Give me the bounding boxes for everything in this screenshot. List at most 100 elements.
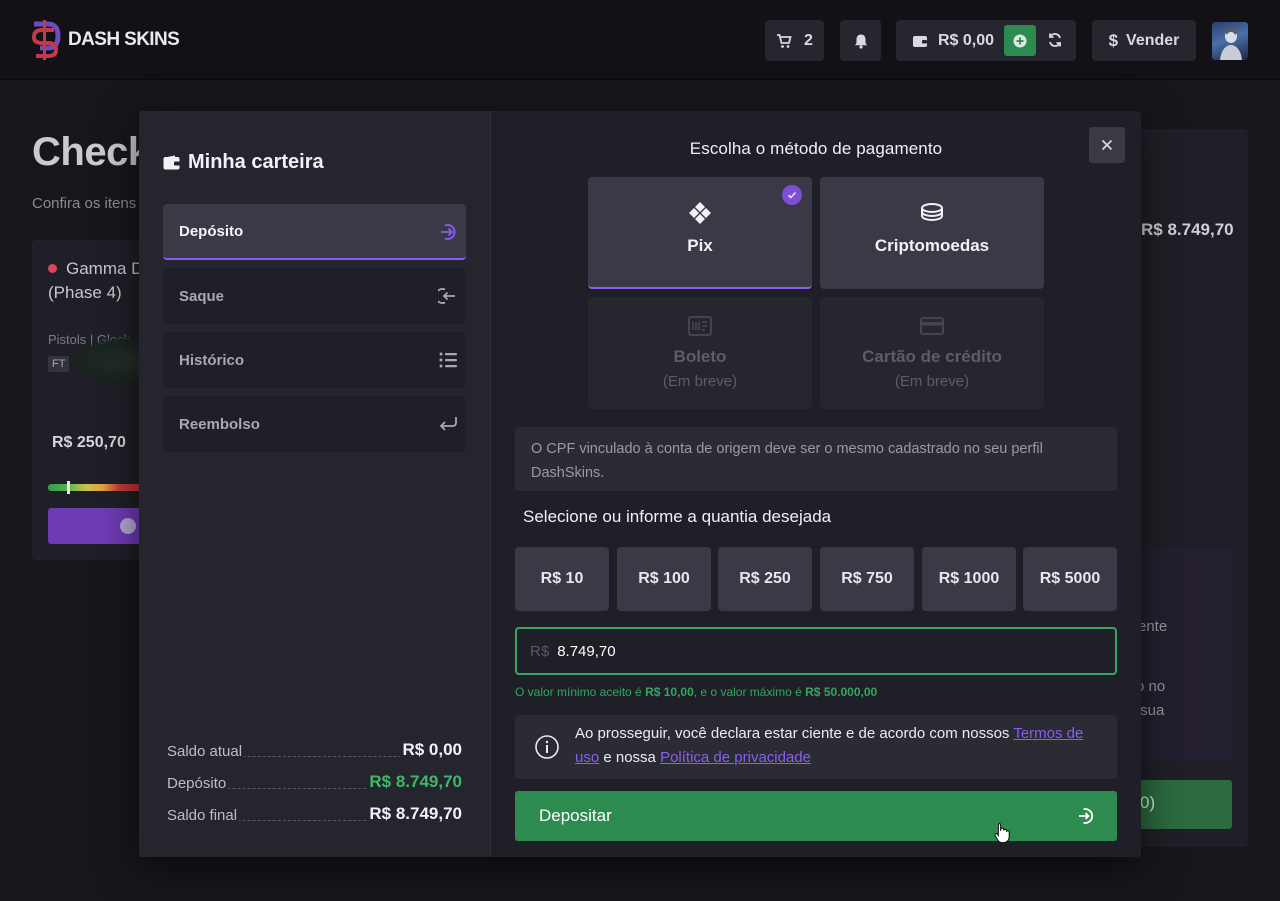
checkout-button-label: 0) (1140, 793, 1156, 812)
payment-method-label: Boleto (673, 347, 727, 366)
return-icon (439, 417, 457, 431)
wallet-icon (163, 155, 180, 170)
summary-current-balance: Saldo atual R$ 0,00 (167, 740, 462, 763)
preset-amount-button[interactable]: R$ 100 (617, 547, 711, 611)
amount-field[interactable]: R$ (515, 627, 1117, 675)
coming-soon-label: (Em breve) (662, 373, 738, 390)
summary-final-balance: Saldo final R$ 8.749,70 (167, 804, 462, 827)
cart-icon (777, 33, 792, 48)
deposit-button[interactable]: Depositar (515, 791, 1117, 841)
cart-count: 2 (804, 31, 813, 49)
order-total: R$ 8.749,70 (1141, 220, 1234, 239)
menu-item-label: Depósito (179, 222, 244, 240)
deposit-icon (441, 224, 456, 240)
preset-amount-button[interactable]: R$ 250 (718, 547, 812, 611)
menu-item-label: Histórico (179, 351, 245, 369)
plus-circle-icon (1013, 34, 1027, 47)
refresh-icon (1049, 33, 1061, 47)
order-info-text: ente (1138, 618, 1168, 635)
item-price: R$ 250,70 (52, 434, 126, 451)
page-subtitle: Confira os itens (32, 195, 137, 212)
check-icon (120, 518, 136, 534)
summary-value: R$ 8.749,70 (367, 804, 462, 824)
float-marker (67, 481, 70, 494)
menu-item-deposit[interactable]: Depósito (163, 204, 466, 260)
deposit-icon (1079, 808, 1094, 824)
wallet-icon (913, 35, 927, 47)
cpf-notice: O CPF vinculado à conta de origem deve s… (515, 427, 1117, 491)
coins-icon (921, 203, 943, 222)
summary-label: Depósito (167, 775, 229, 792)
payment-method-title: Escolha o método de pagamento (689, 139, 943, 158)
summary-deposit: Depósito R$ 8.749,70 (167, 772, 462, 795)
currency-prefix: R$ (530, 642, 550, 660)
cart-item-card: Gamma Doppler (Phase 4) Pistols | Glock … (32, 240, 152, 560)
terms-mid: e nossa (599, 749, 661, 766)
brand-logo[interactable]: DASH SKINS (30, 18, 180, 62)
payment-method-label: Pix (687, 236, 713, 255)
notifications-button[interactable] (840, 20, 881, 61)
menu-item-withdraw[interactable]: Saque (163, 268, 466, 324)
payment-method-pix[interactable]: Pix (588, 177, 812, 289)
dollar-icon: $ (1108, 30, 1119, 50)
wallet-title-text: Minha carteira (188, 151, 324, 173)
summary-label: Saldo atual (167, 743, 245, 760)
wallet-sidebar: Minha carteira Depósito Saque Histórico … (139, 111, 491, 857)
payment-method-label: Criptomoedas (874, 236, 990, 255)
withdraw-icon (438, 288, 455, 304)
add-funds-button[interactable] (1004, 25, 1036, 56)
preset-amount-button[interactable]: R$ 1000 (922, 547, 1016, 611)
hand-cursor-icon (994, 823, 1010, 844)
payment-method-boleto: Boleto (Em breve) (588, 297, 812, 409)
cart-button[interactable]: 2 (765, 20, 824, 61)
terms-notice: Ao prosseguir, você declara estar ciente… (515, 715, 1117, 779)
limits-min: R$ 10,00 (645, 685, 694, 699)
payment-method-label: Cartão de crédito (862, 347, 1002, 366)
refresh-balance-button[interactable] (1047, 32, 1063, 48)
bell-icon (854, 34, 867, 49)
sell-button[interactable]: $ Vender (1092, 20, 1196, 61)
wear-tag: FT (48, 356, 70, 372)
avatar-image (1220, 27, 1242, 60)
privacy-policy-link[interactable]: Política de privacidade (660, 749, 811, 766)
amount-input[interactable] (557, 642, 1078, 660)
list-icon (439, 352, 457, 368)
float-bar (48, 484, 152, 491)
wallet-modal: Minha carteira Depósito Saque Histórico … (139, 111, 1141, 857)
pix-icon (689, 202, 711, 224)
user-avatar[interactable] (1212, 22, 1248, 60)
terms-prefix: Ao prosseguir, você declara estar ciente… (575, 725, 1014, 742)
amount-section-title: Selecione ou informe a quantia desejada (523, 507, 832, 526)
summary-label: Saldo final (167, 807, 240, 824)
brand-name: DASH SKINS (68, 29, 180, 50)
check-icon (787, 191, 797, 199)
selected-check-badge (782, 185, 802, 205)
logo-mark-icon (31, 20, 61, 60)
menu-item-label: Reembolso (179, 415, 260, 433)
wallet-button[interactable]: R$ 0,00 (896, 20, 1076, 61)
amount-limits-hint: O valor mínimo aceito é R$ 10,00, e o va… (515, 685, 877, 699)
limits-text: O valor mínimo aceito é (515, 685, 646, 699)
summary-value: R$ 0,00 (400, 740, 462, 760)
deposit-button-label: Depositar (539, 806, 612, 825)
menu-item-refund[interactable]: Reembolso (163, 396, 466, 452)
terms-text: Ao prosseguir, você declara estar ciente… (575, 722, 1105, 770)
item-action-button[interactable] (48, 508, 152, 544)
item-name: Gamma Doppler (Phase 4) (48, 259, 152, 302)
preset-amount-button[interactable]: R$ 750 (820, 547, 914, 611)
coming-soon-label: (Em breve) (894, 373, 970, 390)
credit-card-icon (920, 317, 944, 335)
summary-value: R$ 8.749,70 (367, 772, 462, 792)
wallet-title: Minha carteira (163, 151, 324, 174)
limits-max: R$ 50.000,00 (805, 685, 878, 699)
top-header: DASH SKINS 2 R$ 0,00 $ Vender (0, 0, 1280, 80)
limits-text: , e o valor máximo é (693, 685, 806, 699)
menu-item-history[interactable]: Histórico (163, 332, 466, 388)
wallet-balance: R$ 0,00 (938, 31, 995, 49)
preset-amount-button[interactable]: R$ 10 (515, 547, 609, 611)
info-icon (535, 735, 559, 759)
sell-label: Vender (1126, 31, 1180, 49)
boleto-icon (688, 316, 712, 336)
preset-amount-button[interactable]: R$ 5000 (1023, 547, 1117, 611)
payment-method-crypto[interactable]: Criptomoedas (820, 177, 1044, 289)
